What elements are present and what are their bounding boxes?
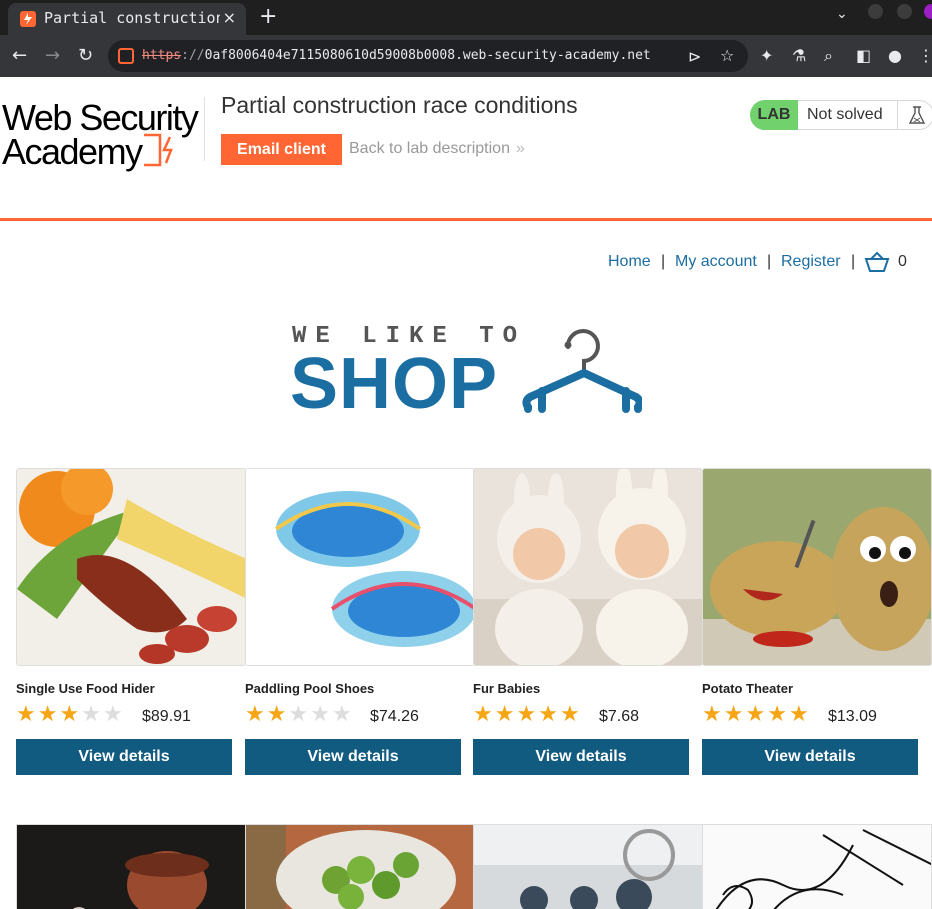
nav-separator: | [851,253,856,270]
browser-tab[interactable]: Partial construction race conditions × [8,3,246,35]
star-filled-icon: ★ [559,702,582,727]
star-filled-icon: ★ [745,702,768,727]
nav-separator: | [661,253,666,270]
banner-shop-text: SHOP [290,344,499,424]
favicon-icon [20,11,36,27]
window-minimize-icon[interactable] [868,4,883,19]
star-filled-icon: ★ [266,702,289,727]
star-filled-icon: ★ [702,702,724,727]
star-empty-icon: ★ [331,702,354,727]
forward-arrow-icon[interactable]: → [45,45,60,66]
back-link-label: Back to lab description [349,140,510,157]
we-like-to-shop-banner: WE LIKE TO SHOP [290,323,650,424]
star-filled-icon: ★ [788,702,811,727]
reload-icon[interactable]: ↻ [78,45,93,66]
star-empty-icon: ★ [81,702,103,727]
product-image-paddling-pool[interactable] [245,468,475,666]
view-details-button[interactable]: View details [16,739,232,775]
product-rating-stars: ★★★★★ [16,702,125,727]
nav-separator: | [767,253,772,270]
product-image-food-hider[interactable] [16,468,246,666]
nav-home-link[interactable]: Home [608,253,651,271]
product-name: Paddling Pool Shoes [245,681,375,696]
star-filled-icon: ★ [723,702,746,727]
nav-register-link[interactable]: Register [781,253,841,271]
star-filled-icon: ★ [245,702,267,727]
menu-kebab-icon[interactable]: ⋮ [918,46,932,65]
product-image-potato-theater[interactable] [702,468,932,666]
product-price: $89.91 [142,708,191,725]
logo-bolt-icon [144,133,173,167]
view-details-button[interactable]: View details [702,739,918,775]
product-image-fur-babies[interactable] [473,468,703,666]
product-name: Potato Theater [702,681,794,696]
logo-line-2: Academy [2,131,143,172]
lab-title: Partial construction race conditions [221,92,578,118]
window-maximize-icon[interactable] [897,4,912,19]
product-rating-stars: ★★★★★ [473,702,582,727]
web-security-academy-logo[interactable]: Web Security Academy [2,97,202,172]
url-separator: :// [181,48,205,63]
product-image-partial[interactable] [16,824,246,909]
tab-list-chevron-icon[interactable]: ⌄ [836,6,848,22]
profile-icon[interactable]: ● [888,46,902,65]
lab-flask-extension-icon[interactable]: ⚗ [792,46,806,65]
product-price: $7.68 [599,708,640,725]
url-host: 0af8006404e7115080610d59008b0008.web-sec… [204,48,651,63]
star-empty-icon: ★ [310,702,332,727]
browser-toolbar: ← → ↻ https://0af8006404e7115080610d5900… [0,35,932,77]
star-filled-icon: ★ [37,702,60,727]
star-filled-icon: ★ [538,702,560,727]
url-text[interactable]: https://0af8006404e7115080610d59008b0008… [142,48,651,63]
product-rating-stars: ★★★★★ [245,702,354,727]
lab-status-text: Not solved [807,106,883,123]
star-filled-icon: ★ [767,702,789,727]
bookmark-star-icon[interactable]: ☆ [720,46,734,65]
cart-basket-icon[interactable] [864,251,890,273]
header-orange-rule [0,218,932,221]
product-name: Single Use Food Hider [16,681,155,696]
browser-tab-bar: Partial construction race conditions × +… [0,0,932,35]
search-icon[interactable]: ⌕ [824,46,833,66]
nav-my-account-link[interactable]: My account [675,253,757,271]
not-secure-icon[interactable] [118,48,134,64]
star-empty-icon: ★ [288,702,311,727]
back-arrow-icon[interactable]: ← [12,45,27,66]
send-icon[interactable]: ⊳ [688,47,701,66]
email-client-button[interactable]: Email client [221,134,342,165]
cart-count: 0 [898,253,907,270]
product-image-partial[interactable] [702,824,932,909]
star-filled-icon: ★ [59,702,82,727]
product-rating-stars: ★★★★★ [702,702,811,727]
star-filled-icon: ★ [516,702,539,727]
new-tab-button[interactable]: + [259,4,277,29]
page-content: Web Security Academy Partial constructio… [0,77,932,909]
product-price: $13.09 [828,708,877,725]
product-name: Fur Babies [473,681,541,696]
view-details-button[interactable]: View details [473,739,689,775]
double-chevron-right-icon: » [515,140,525,157]
hanger-icon [522,329,642,413]
lab-status-badge: LAB Not solved [750,100,932,130]
star-empty-icon: ★ [102,702,125,727]
lab-label: LAB [750,100,798,130]
star-filled-icon: ★ [473,702,495,727]
star-filled-icon: ★ [494,702,517,727]
product-image-partial[interactable] [473,824,703,909]
side-panel-icon[interactable]: ◧ [856,46,871,65]
extensions-puzzle-icon[interactable]: ✦ [760,46,773,65]
view-details-button[interactable]: View details [245,739,461,775]
flask-icon [897,100,932,130]
product-price: $74.26 [370,708,419,725]
tab-title: Partial construction race conditions [44,9,220,27]
address-bar[interactable]: https://0af8006404e7115080610d59008b0008… [108,40,748,72]
back-to-lab-description-link[interactable]: Back to lab description » [349,140,525,158]
window-close-icon[interactable] [924,4,932,19]
url-scheme: https [142,48,182,63]
header-divider [204,97,205,161]
product-image-partial[interactable] [245,824,475,909]
star-filled-icon: ★ [16,702,38,727]
tab-close-icon[interactable]: × [223,8,236,27]
